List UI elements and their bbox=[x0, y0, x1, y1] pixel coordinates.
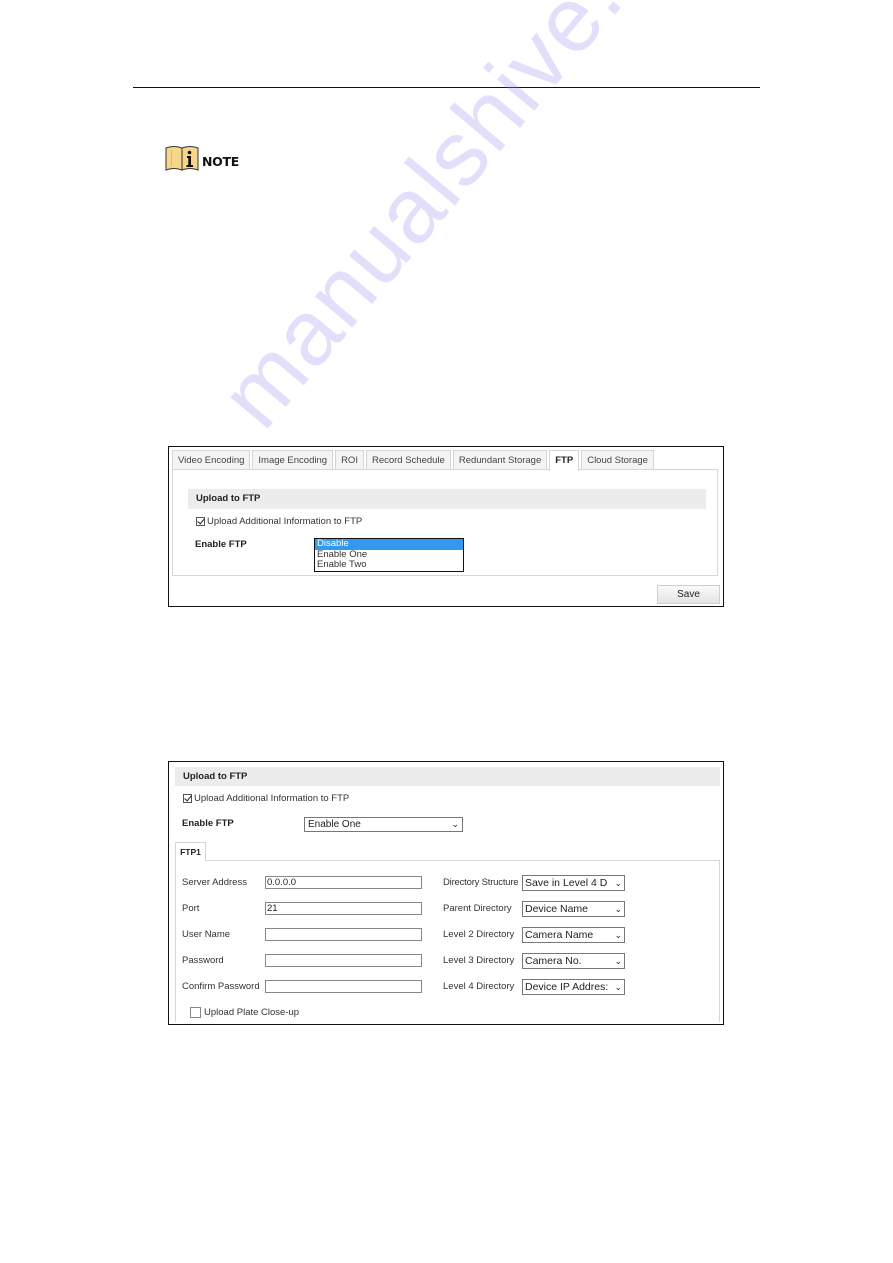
level-3-directory-value: Camera No. bbox=[525, 955, 582, 967]
enable-ftp-select[interactable]: Enable One ⌄ bbox=[304, 817, 463, 832]
enable-ftp-dropdown-list[interactable]: Disable Enable One Enable Two bbox=[314, 538, 464, 572]
level-4-directory-label: Level 4 Directory bbox=[443, 981, 515, 992]
password-label: Password bbox=[182, 955, 224, 966]
upload-plate-checkbox-row[interactable]: Upload Plate Close-up bbox=[190, 1007, 299, 1018]
option-enable-two[interactable]: Enable Two bbox=[315, 559, 463, 571]
option-disable[interactable]: Disable bbox=[315, 538, 463, 550]
parent-directory-select[interactable]: Device Name ⌄ bbox=[522, 901, 625, 917]
tab-ftp[interactable]: FTP bbox=[549, 450, 580, 471]
save-button[interactable]: Save bbox=[657, 585, 720, 604]
password-input[interactable] bbox=[265, 954, 422, 967]
user-name-input[interactable] bbox=[265, 928, 422, 941]
chevron-down-icon: ⌄ bbox=[451, 819, 459, 829]
ftp-settings-screenshot-enabled: Upload to FTP Upload Additional Informat… bbox=[168, 761, 724, 1025]
upload-info-checkbox-row[interactable]: Upload Additional Information to FTP bbox=[183, 793, 349, 804]
level-4-directory-value: Device IP Addres: bbox=[525, 981, 609, 993]
level-3-directory-label: Level 3 Directory bbox=[443, 955, 515, 966]
tab-roi[interactable]: ROI bbox=[335, 450, 364, 469]
directory-structure-label: Directory Structure bbox=[443, 877, 519, 888]
confirm-password-input[interactable] bbox=[265, 980, 422, 993]
section-title: Upload to FTP bbox=[175, 767, 720, 786]
ftp-settings-screenshot-disabled: Video Encoding Image Encoding ROI Record… bbox=[168, 446, 724, 607]
chevron-down-icon: ⌄ bbox=[613, 902, 622, 916]
parent-directory-value: Device Name bbox=[525, 903, 589, 915]
settings-tab-bar: Video Encoding Image Encoding ROI Record… bbox=[172, 450, 656, 471]
directory-structure-select[interactable]: Save in Level 4 D ⌄ bbox=[522, 875, 625, 891]
upload-plate-label: Upload Plate Close-up bbox=[204, 1007, 300, 1018]
level-2-directory-select[interactable]: Camera Name ⌄ bbox=[522, 927, 625, 943]
chevron-down-icon: ⌄ bbox=[613, 928, 622, 942]
note-callout: NOTE bbox=[165, 144, 255, 172]
user-name-label: User Name bbox=[182, 929, 231, 940]
chevron-down-icon: ⌄ bbox=[613, 876, 622, 890]
tab-video-encoding[interactable]: Video Encoding bbox=[172, 450, 251, 469]
tab-ftp1[interactable]: FTP1 bbox=[175, 842, 206, 861]
upload-info-checkbox-row[interactable]: Upload Additional Information to FTP bbox=[196, 516, 362, 527]
upload-info-checkbox[interactable] bbox=[183, 794, 192, 803]
page-header-rule bbox=[133, 87, 760, 88]
server-address-label: Server Address bbox=[182, 877, 247, 888]
upload-info-checkbox[interactable] bbox=[196, 517, 205, 526]
tab-record-schedule[interactable]: Record Schedule bbox=[365, 450, 451, 469]
upload-info-label: Upload Additional Information to FTP bbox=[194, 793, 350, 804]
confirm-password-label: Confirm Password bbox=[182, 981, 260, 992]
watermark: manualshive.com bbox=[200, 0, 759, 447]
ftp1-panel: Server Address 0.0.0.0 Port 21 User Name… bbox=[175, 860, 720, 1022]
upload-info-label: Upload Additional Information to FTP bbox=[207, 516, 363, 527]
port-label: Port bbox=[182, 903, 200, 914]
enable-ftp-label: Enable FTP bbox=[195, 539, 247, 550]
tab-redundant-storage[interactable]: Redundant Storage bbox=[452, 450, 548, 469]
chevron-down-icon: ⌄ bbox=[613, 980, 622, 994]
section-title: Upload to FTP bbox=[188, 489, 706, 509]
upload-plate-checkbox[interactable] bbox=[190, 1007, 201, 1018]
level-2-directory-label: Level 2 Directory bbox=[443, 929, 515, 940]
ftp-panel: Upload to FTP Upload Additional Informat… bbox=[172, 469, 718, 576]
tab-image-encoding[interactable]: Image Encoding bbox=[252, 450, 334, 469]
level-4-directory-select[interactable]: Device IP Addres: ⌄ bbox=[522, 979, 625, 995]
note-label: NOTE bbox=[202, 154, 239, 169]
parent-directory-label: Parent Directory bbox=[443, 903, 512, 914]
enable-ftp-value: Enable One bbox=[308, 819, 361, 830]
info-book-icon bbox=[165, 146, 199, 171]
port-input[interactable]: 21 bbox=[265, 902, 422, 915]
directory-structure-value: Save in Level 4 D bbox=[525, 877, 608, 889]
level-2-directory-value: Camera Name bbox=[525, 929, 594, 941]
server-address-input[interactable]: 0.0.0.0 bbox=[265, 876, 422, 889]
tab-cloud-storage[interactable]: Cloud Storage bbox=[581, 450, 654, 469]
level-3-directory-select[interactable]: Camera No. ⌄ bbox=[522, 953, 625, 969]
chevron-down-icon: ⌄ bbox=[613, 954, 622, 968]
enable-ftp-label: Enable FTP bbox=[182, 818, 234, 829]
